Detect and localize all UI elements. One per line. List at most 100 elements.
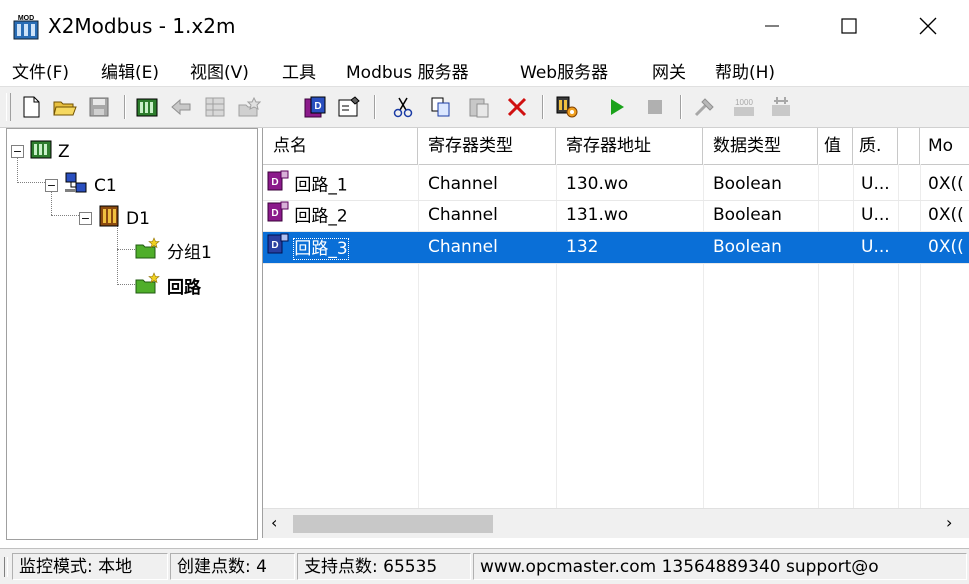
toolbar-separator bbox=[680, 95, 682, 119]
menu-web-server[interactable]: Web服务器 bbox=[520, 58, 608, 83]
toolbar-grip[interactable] bbox=[6, 93, 11, 121]
cut-icon[interactable] bbox=[390, 94, 416, 120]
delete-icon[interactable] bbox=[504, 94, 530, 120]
tree-node-device[interactable]: − D1 bbox=[79, 205, 150, 232]
collapse-toggle[interactable]: − bbox=[11, 145, 24, 158]
tree-connector bbox=[117, 284, 137, 285]
menu-file[interactable]: 文件(F) bbox=[12, 58, 69, 83]
column-header-data-type[interactable]: 数据类型 bbox=[703, 128, 818, 164]
table-icon[interactable] bbox=[202, 94, 228, 120]
point-list[interactable]: 点名 寄存器类型 寄存器地址 数据类型 值 质. Mo D 回路_1 Chann… bbox=[262, 128, 969, 538]
address-icon[interactable]: 1000 bbox=[730, 94, 756, 120]
point-name-cell: D 回路_3 bbox=[263, 232, 418, 263]
menu-edit[interactable]: 编辑(E) bbox=[101, 58, 159, 83]
tree-node-group[interactable]: 分组1 bbox=[135, 237, 212, 264]
menu-view[interactable]: 视图(V) bbox=[190, 58, 249, 83]
status-created-count: 创建点数: 4 bbox=[170, 553, 295, 580]
menu-help[interactable]: 帮助(H) bbox=[715, 58, 775, 83]
paste-icon[interactable] bbox=[466, 94, 492, 120]
stop-icon[interactable] bbox=[642, 94, 668, 120]
value-cell bbox=[818, 169, 853, 200]
copy-icon[interactable] bbox=[428, 94, 454, 120]
add-group-icon[interactable] bbox=[236, 94, 262, 120]
column-header-register-type[interactable]: 寄存器类型 bbox=[418, 128, 556, 164]
menu-tools[interactable]: 工具 bbox=[282, 58, 316, 83]
svg-text:MOD: MOD bbox=[18, 15, 34, 22]
new-file-icon[interactable] bbox=[18, 94, 44, 120]
device-icon[interactable] bbox=[134, 94, 160, 120]
point-name: 回路_2 bbox=[294, 206, 348, 227]
quality-cell: U... bbox=[861, 205, 890, 225]
maximize-button[interactable] bbox=[826, 8, 872, 44]
status-supported-count: 支持点数: 65535 bbox=[297, 553, 471, 580]
scrollbar-thumb[interactable] bbox=[293, 515, 493, 533]
table-row-selected[interactable]: D 回路_3 Channel 132 Boolean U... 0X(( bbox=[263, 232, 969, 264]
minimize-button[interactable] bbox=[749, 8, 795, 44]
collapse-toggle[interactable]: − bbox=[79, 212, 92, 225]
value-cell bbox=[818, 232, 853, 263]
properties-icon[interactable] bbox=[336, 94, 362, 120]
tree-connector bbox=[51, 215, 81, 216]
status-mode: 监控模式: 本地 bbox=[12, 553, 168, 580]
app-icon: MOD bbox=[12, 12, 40, 40]
column-header-quality[interactable]: 质. bbox=[853, 128, 898, 164]
toolbar-separator bbox=[542, 95, 544, 119]
modbus-address-cell: 0X(( bbox=[928, 237, 964, 257]
value-cell bbox=[818, 200, 853, 231]
modbus-address-cell: 0X(( bbox=[928, 205, 964, 225]
tree-node-root[interactable]: − Z bbox=[11, 139, 70, 164]
tree-view[interactable]: − Z − C1 − D1 分组1 回路 bbox=[6, 128, 258, 540]
collapse-toggle[interactable]: − bbox=[45, 179, 58, 192]
tree-node-label: D1 bbox=[126, 208, 150, 229]
register-type-cell: Channel bbox=[428, 205, 498, 225]
toolbar: D 1000 bbox=[0, 86, 969, 128]
title-bar: MOD X2Modbus - 1.x2m bbox=[0, 0, 969, 52]
column-header-modbus[interactable]: Mo bbox=[920, 128, 969, 164]
tree-node-label: 回路 bbox=[167, 278, 201, 298]
modbus-address-cell: 0X(( bbox=[928, 174, 964, 194]
scroll-right-icon[interactable]: › bbox=[946, 513, 952, 532]
register-type-cell: Channel bbox=[428, 237, 498, 257]
point-icon: D bbox=[267, 200, 289, 231]
svg-text:D: D bbox=[271, 240, 278, 251]
quality-cell: U... bbox=[861, 174, 890, 194]
column-header-value[interactable]: 值 bbox=[818, 128, 853, 164]
folder-star-icon bbox=[135, 237, 161, 264]
import-icon[interactable] bbox=[168, 94, 194, 120]
tree-node-label: Z bbox=[58, 141, 70, 162]
column-header-name[interactable]: 点名 bbox=[263, 128, 418, 164]
table-row[interactable]: D 回路_1 Channel 130.wo Boolean U... 0X(( bbox=[263, 169, 969, 201]
table-row[interactable]: D 回路_2 Channel 131.wo Boolean U... 0X(( bbox=[263, 200, 969, 232]
toolbar-separator bbox=[124, 95, 126, 119]
open-folder-icon[interactable] bbox=[52, 94, 78, 120]
add-point-icon[interactable]: D bbox=[302, 94, 328, 120]
scroll-left-icon[interactable]: ‹ bbox=[271, 513, 277, 532]
device-icon bbox=[30, 139, 52, 164]
point-name-cell: D 回路_2 bbox=[263, 200, 418, 231]
register-address-cell: 130.wo bbox=[566, 174, 629, 194]
close-button[interactable] bbox=[905, 8, 951, 44]
status-contact: www.opcmaster.com 13564889340 support@o bbox=[473, 553, 967, 580]
menu-gateway[interactable]: 网关 bbox=[652, 58, 686, 83]
register-type-cell: Channel bbox=[428, 174, 498, 194]
menu-modbus-server[interactable]: Modbus 服务器 bbox=[346, 58, 469, 83]
settings-icon[interactable] bbox=[554, 94, 580, 120]
tree-node-label: 分组1 bbox=[167, 243, 212, 263]
svg-text:1000: 1000 bbox=[735, 98, 753, 107]
status-grip bbox=[4, 557, 8, 577]
column-header-register-address[interactable]: 寄存器地址 bbox=[556, 128, 703, 164]
point-name-cell: D 回路_1 bbox=[263, 169, 418, 200]
folder-star-icon bbox=[135, 272, 161, 299]
tools-icon[interactable] bbox=[692, 94, 718, 120]
svg-text:D: D bbox=[314, 101, 321, 112]
tree-node-channel[interactable]: − C1 bbox=[45, 172, 117, 199]
register-address-cell: 132 bbox=[566, 237, 599, 257]
status-bar: 监控模式: 本地 创建点数: 4 支持点数: 65535 www.opcmast… bbox=[0, 548, 969, 584]
column-header-blank[interactable] bbox=[898, 128, 920, 164]
start-icon[interactable] bbox=[604, 94, 630, 120]
tree-node-group-selected[interactable]: 回路 bbox=[135, 272, 201, 299]
plc-icon bbox=[98, 205, 120, 232]
save-icon[interactable] bbox=[86, 94, 112, 120]
export-icon[interactable] bbox=[768, 94, 794, 120]
horizontal-scrollbar[interactable]: ‹ › bbox=[263, 508, 969, 538]
